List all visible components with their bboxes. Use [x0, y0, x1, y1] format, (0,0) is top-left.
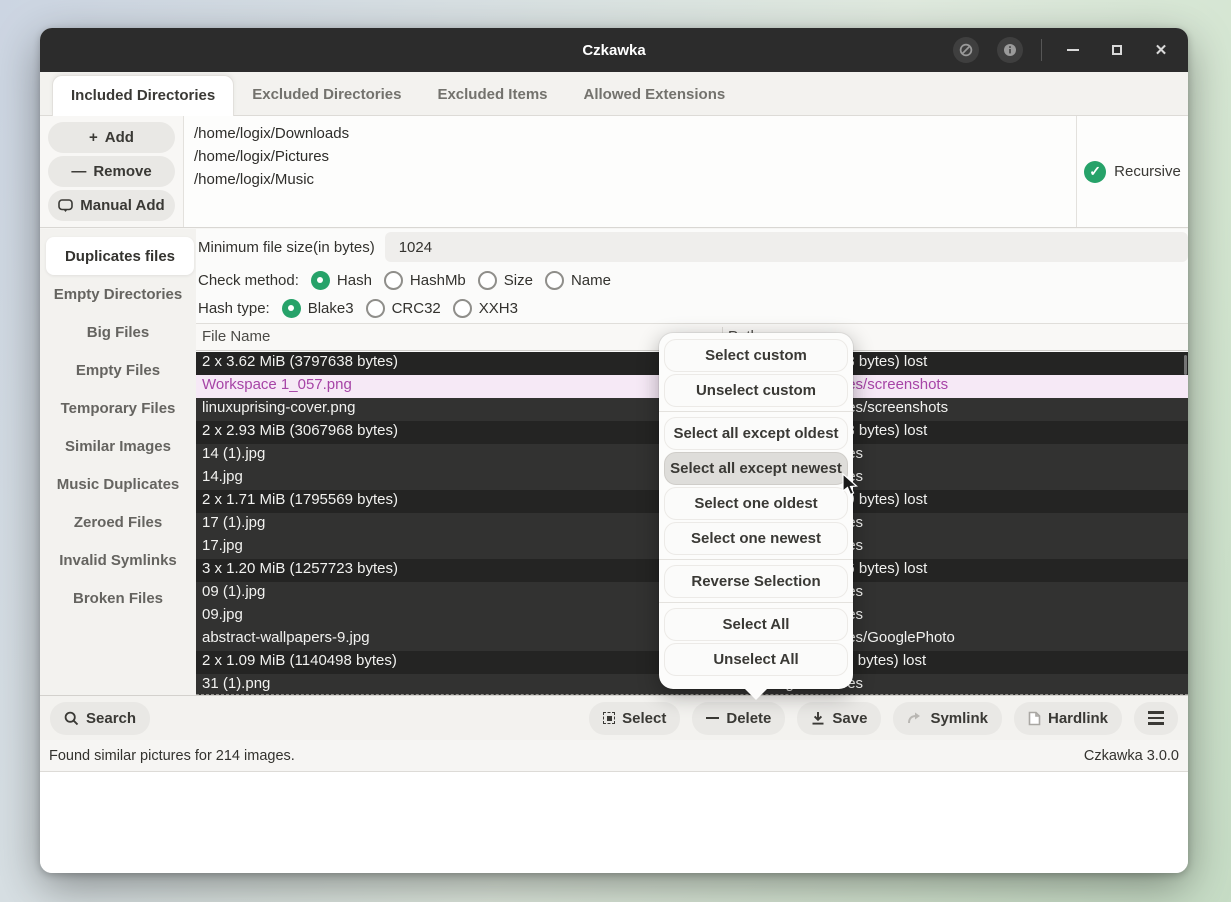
menu-item-unselect-all[interactable]: Unselect All: [664, 643, 848, 676]
sidebar-item-invalid-symlinks[interactable]: Invalid Symlinks: [40, 541, 196, 579]
mouse-cursor: [842, 473, 859, 502]
hash-type-label: Hash type:: [198, 300, 270, 317]
select-popover: Select custom Unselect custom Select all…: [659, 333, 853, 689]
minus-icon: [706, 717, 719, 719]
remove-directory-button[interactable]: — Remove: [48, 156, 175, 187]
radio-icon: [366, 299, 385, 318]
hamburger-icon: [1148, 711, 1164, 724]
radio-icon: [453, 299, 472, 318]
statusbar: Found similar pictures for 214 images. C…: [40, 740, 1188, 772]
sidebar-item-empty-directories[interactable]: Empty Directories: [40, 275, 196, 313]
download-icon: [811, 711, 825, 726]
radio-name[interactable]: Name: [545, 271, 611, 290]
radio-size[interactable]: Size: [478, 271, 533, 290]
included-directories-list[interactable]: /home/logix/Downloads /home/logix/Pictur…: [184, 116, 1076, 227]
app-window: Czkawka ✕ Included Directories Excluded …: [40, 28, 1188, 873]
tab-excluded-directories[interactable]: Excluded Directories: [234, 75, 419, 115]
document-icon: [1028, 711, 1041, 726]
maximize-button[interactable]: [1104, 37, 1130, 63]
directory-path[interactable]: /home/logix/Music: [194, 168, 1076, 191]
add-directory-button[interactable]: + Add: [48, 122, 175, 153]
popover-arrow: [744, 688, 768, 700]
tab-allowed-extensions[interactable]: Allowed Extensions: [566, 75, 744, 115]
top-tabbar: Included Directories Excluded Directorie…: [40, 72, 1188, 116]
directory-path[interactable]: /home/logix/Downloads: [194, 122, 1076, 145]
select-button[interactable]: Select: [589, 702, 680, 735]
close-button[interactable]: ✕: [1148, 37, 1174, 63]
hardlink-button[interactable]: Hardlink: [1014, 702, 1122, 735]
titlebar-separator: [1041, 39, 1042, 61]
radio-selected-icon: [282, 299, 301, 318]
table-scrollbar[interactable]: [1184, 355, 1187, 375]
check-method-label: Check method:: [198, 272, 299, 289]
radio-hash[interactable]: Hash: [311, 271, 372, 290]
selection-icon: [603, 712, 615, 724]
radio-hashmb[interactable]: HashMb: [384, 271, 466, 290]
menu-item-select-one-oldest[interactable]: Select one oldest: [664, 487, 848, 520]
column-file-name[interactable]: File Name: [202, 328, 270, 345]
menu-item-select-all-except-oldest[interactable]: Select all except oldest: [664, 417, 848, 450]
directory-path[interactable]: /home/logix/Pictures: [194, 145, 1076, 168]
min-file-size-label: Minimum file size(in bytes): [196, 239, 375, 256]
tools-sidebar: Duplicates files Empty Directories Big F…: [40, 229, 196, 695]
menu-item-select-all-except-newest[interactable]: Select all except newest: [664, 452, 848, 485]
recursive-label: Recursive: [1114, 163, 1181, 180]
search-button[interactable]: Search: [50, 702, 150, 735]
minus-icon: —: [71, 163, 86, 180]
sidebar-item-temporary-files[interactable]: Temporary Files: [40, 389, 196, 427]
sidebar-item-music-duplicates[interactable]: Music Duplicates: [40, 465, 196, 503]
text-log-area[interactable]: [40, 772, 1188, 873]
menu-item-select-all[interactable]: Select All: [664, 608, 848, 641]
sidebar-item-duplicates-files[interactable]: Duplicates files: [46, 237, 194, 275]
menu-item-unselect-custom[interactable]: Unselect custom: [664, 374, 848, 407]
titlebar: Czkawka ✕: [40, 28, 1188, 72]
radio-icon: [384, 271, 403, 290]
sidebar-item-empty-files[interactable]: Empty Files: [40, 351, 196, 389]
min-file-size-input[interactable]: [385, 232, 1188, 262]
bottom-toolbar: Search Select Delete Save Symlink: [40, 695, 1188, 740]
menu-item-reverse-selection[interactable]: Reverse Selection: [664, 565, 848, 598]
menu-separator: [659, 559, 853, 560]
save-button[interactable]: Save: [797, 702, 881, 735]
sidebar-item-big-files[interactable]: Big Files: [40, 313, 196, 351]
directories-panel: + Add — Remove Manual Add /home/logix/Do…: [40, 116, 1188, 228]
symlink-arrow-icon: [907, 712, 923, 725]
manual-add-button[interactable]: Manual Add: [48, 190, 175, 221]
menu-separator: [659, 602, 853, 603]
status-message: Found similar pictures for 214 images.: [49, 748, 295, 764]
radio-blake3[interactable]: Blake3: [282, 299, 354, 318]
tab-included-directories[interactable]: Included Directories: [52, 75, 234, 116]
tab-excluded-items[interactable]: Excluded Items: [419, 75, 565, 115]
symlink-button[interactable]: Symlink: [893, 702, 1002, 735]
sidebar-item-similar-images[interactable]: Similar Images: [40, 427, 196, 465]
minimize-button[interactable]: [1060, 37, 1086, 63]
menu-separator: [659, 411, 853, 412]
search-icon: [64, 711, 79, 726]
sidebar-item-broken-files[interactable]: Broken Files: [40, 579, 196, 617]
radio-icon: [545, 271, 564, 290]
sidebar-item-zeroed-files[interactable]: Zeroed Files: [40, 503, 196, 541]
radio-crc32[interactable]: CRC32: [366, 299, 441, 318]
plus-icon: +: [89, 129, 98, 146]
radio-xxh3[interactable]: XXH3: [453, 299, 518, 318]
speech-bubble-icon: [58, 199, 73, 213]
delete-button[interactable]: Delete: [692, 702, 785, 735]
radio-icon: [478, 271, 497, 290]
menu-item-select-custom[interactable]: Select custom: [664, 339, 848, 372]
app-version: Czkawka 3.0.0: [1084, 748, 1179, 764]
info-icon[interactable]: [997, 37, 1023, 63]
menu-item-select-one-newest[interactable]: Select one newest: [664, 522, 848, 555]
stop-icon[interactable]: [953, 37, 979, 63]
window-title: Czkawka: [582, 42, 645, 59]
radio-selected-icon: [311, 271, 330, 290]
hamburger-menu-button[interactable]: [1134, 702, 1178, 735]
recursive-checkbox[interactable]: ✓: [1084, 161, 1106, 183]
